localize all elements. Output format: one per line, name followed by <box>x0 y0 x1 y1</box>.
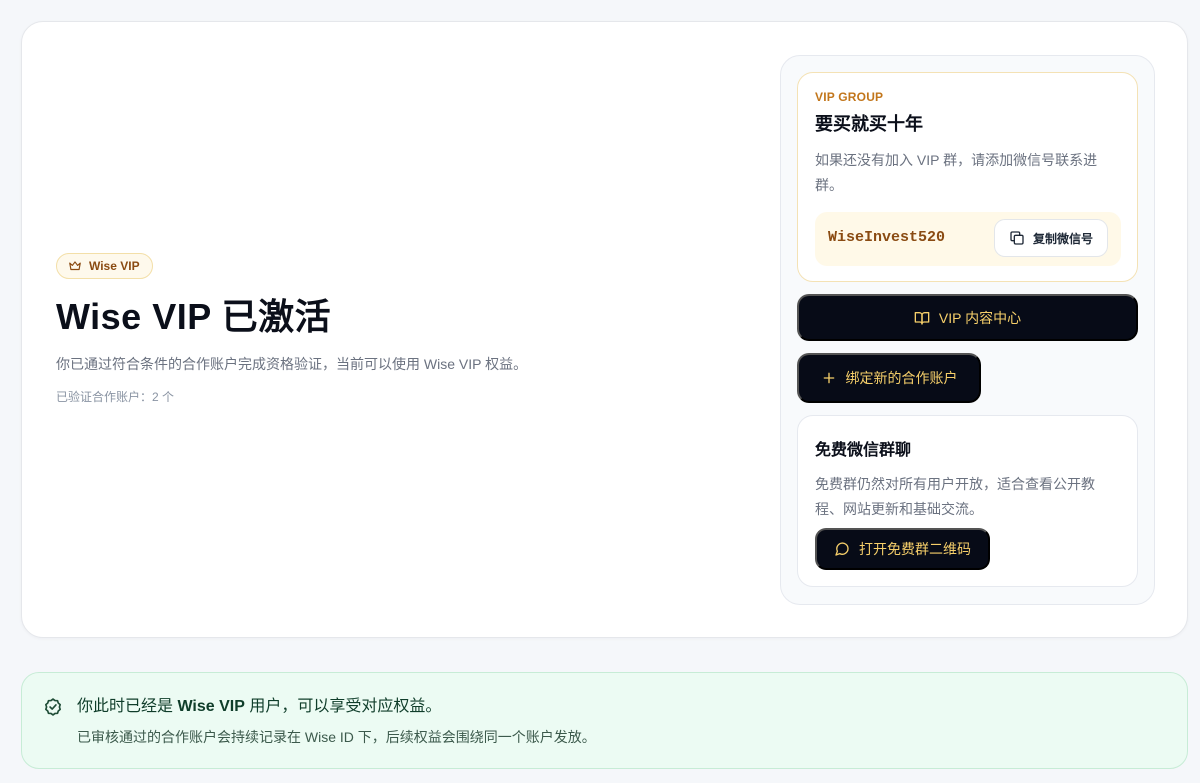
vip-badge: Wise VIP <box>56 253 153 279</box>
plus-icon <box>823 372 834 384</box>
book-open-icon <box>914 311 930 325</box>
crown-icon <box>69 261 81 271</box>
vip-status-notice: 你此时已经是 Wise VIP 用户，可以享受对应权益。 已审核通过的合作账户会… <box>21 672 1188 769</box>
notice-title-suffix: 用户，可以享受对应权益。 <box>244 698 442 715</box>
hero-section: Wise VIP Wise VIP 已激活 你已通过符合条件的合作账户完成资格验… <box>56 253 736 406</box>
copy-icon <box>1010 231 1024 245</box>
free-group-description: 免费群仍然对所有用户开放，适合查看公开教程、网站更新和基础交流。 <box>815 476 1095 517</box>
vip-content-center-button[interactable]: VIP 内容中心 <box>797 294 1138 341</box>
main-card: Wise VIP Wise VIP 已激活 你已通过符合条件的合作账户完成资格验… <box>21 21 1188 638</box>
open-free-group-qr-label: 打开免费群二维码 <box>859 541 971 557</box>
vip-group-card: VIP GROUP 要买就买十年 如果还没有加入 VIP 群，请添加微信号联系进… <box>797 72 1138 282</box>
bind-account-label: 绑定新的合作账户 <box>845 370 958 386</box>
vip-badge-label: Wise VIP <box>89 259 140 273</box>
vip-group-description: 如果还没有加入 VIP 群，请添加微信号联系进群。 <box>815 152 1098 193</box>
side-panel: VIP GROUP 要买就买十年 如果还没有加入 VIP 群，请添加微信号联系进… <box>780 55 1155 605</box>
wechat-id: WiseInvest520 <box>828 229 946 246</box>
vip-group-eyebrow: VIP GROUP <box>815 90 884 104</box>
copy-wechat-label: 复制微信号 <box>1032 231 1093 246</box>
copy-wechat-button[interactable]: 复制微信号 <box>994 219 1108 257</box>
free-group-title: 免费微信群聊 <box>815 442 912 459</box>
vip-content-center-label: VIP 内容中心 <box>938 309 1022 326</box>
notice-title: 你此时已经是 Wise VIP 用户，可以享受对应权益。 <box>77 697 441 717</box>
wechat-id-box: WiseInvest520 复制微信号 <box>815 212 1121 266</box>
page-title: Wise VIP 已激活 <box>56 296 332 337</box>
free-group-card: 免费微信群聊 免费群仍然对所有用户开放，适合查看公开教程、网站更新和基础交流。 … <box>797 415 1138 587</box>
verified-accounts-count: 已验证合作账户：2 个 <box>56 390 175 404</box>
notice-description: 已审核通过的合作账户会持续记录在 Wise ID 下，后续权益会围绕同一个账户发… <box>77 729 596 745</box>
vip-group-title: 要买就买十年 <box>815 114 923 134</box>
hero-description: 你已通过符合条件的合作账户完成资格验证，当前可以使用 Wise VIP 权益。 <box>56 356 528 372</box>
notice-title-strong: Wise VIP <box>177 698 245 715</box>
message-circle-icon <box>835 542 849 556</box>
open-free-group-qr-button[interactable]: 打开免费群二维码 <box>815 528 990 570</box>
bind-account-button[interactable]: 绑定新的合作账户 <box>797 353 981 403</box>
shield-check-icon <box>45 698 62 716</box>
notice-title-prefix: 你此时已经是 <box>77 698 178 715</box>
